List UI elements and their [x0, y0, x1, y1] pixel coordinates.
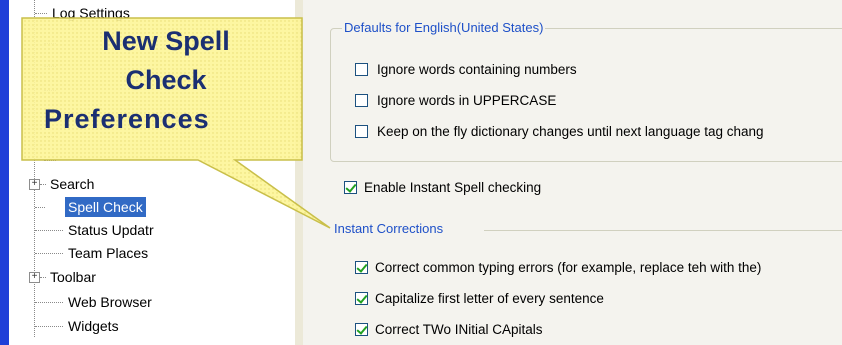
option-enable-instant-spell-checking[interactable]: Enable Instant Spell checking: [344, 179, 842, 199]
enable-instant-spell-checking-checkbox[interactable]: [344, 181, 357, 194]
section-divider: [484, 230, 842, 231]
tree-item-label: Search: [50, 176, 95, 192]
correct-two-initial-capitals-checkbox[interactable]: [355, 323, 368, 336]
option-correct-two-initial-capitals[interactable]: Correct TWo INitial CApitals: [355, 321, 842, 341]
option-ignore-uppercase[interactable]: Ignore words in UPPERCASE: [355, 92, 842, 112]
expand-icon[interactable]: +: [29, 179, 40, 190]
option-label: Ignore words in UPPERCASE: [377, 93, 557, 108]
tree-item-label: Log Settings: [52, 5, 130, 21]
accent-bar: [0, 0, 9, 345]
tree-item-label: Web Browser: [68, 294, 152, 310]
correct-typing-errors-checkbox[interactable]: [355, 261, 368, 274]
expand-icon[interactable]: +: [29, 272, 40, 283]
instant-corrections-title: Instant Corrections: [332, 221, 446, 236]
tree-item-label: Status Updatr: [68, 222, 154, 238]
keep-dictionary-changes-checkbox[interactable]: [355, 125, 368, 138]
option-keep-dictionary-changes[interactable]: Keep on the fly dictionary changes until…: [355, 123, 842, 143]
option-ignore-numbers[interactable]: Ignore words containing numbers: [355, 61, 842, 81]
option-correct-typing-errors[interactable]: Correct common typing errors (for exampl…: [355, 259, 842, 279]
option-label: Enable Instant Spell checking: [364, 180, 542, 195]
tree-item-label: Widgets: [68, 318, 119, 334]
option-capitalize-first-letter[interactable]: Capitalize first letter of every sentenc…: [355, 290, 842, 310]
defaults-group-title: Defaults for English(United States): [342, 20, 546, 35]
ignore-uppercase-checkbox[interactable]: [355, 94, 368, 107]
option-label: Correct common typing errors (for exampl…: [375, 260, 762, 275]
tree-item-label: Spell Check: [65, 197, 146, 217]
callout-line-2: Check: [125, 65, 207, 95]
option-label: Keep on the fly dictionary changes until…: [377, 124, 764, 139]
ignore-numbers-checkbox[interactable]: [355, 63, 368, 76]
option-label: Capitalize first letter of every sentenc…: [375, 291, 604, 306]
tree-item-label: Team Places: [68, 245, 149, 261]
callout-text: New Spell Check Preferences: [32, 22, 300, 139]
tree-item-label: Toolbar: [50, 269, 96, 285]
callout-line-3: Preferences: [44, 104, 210, 134]
option-label: Correct TWo INitial CApitals: [375, 322, 543, 337]
callout-line-1: New Spell: [102, 26, 230, 56]
option-label: Ignore words containing numbers: [377, 62, 577, 77]
capitalize-first-letter-checkbox[interactable]: [355, 292, 368, 305]
